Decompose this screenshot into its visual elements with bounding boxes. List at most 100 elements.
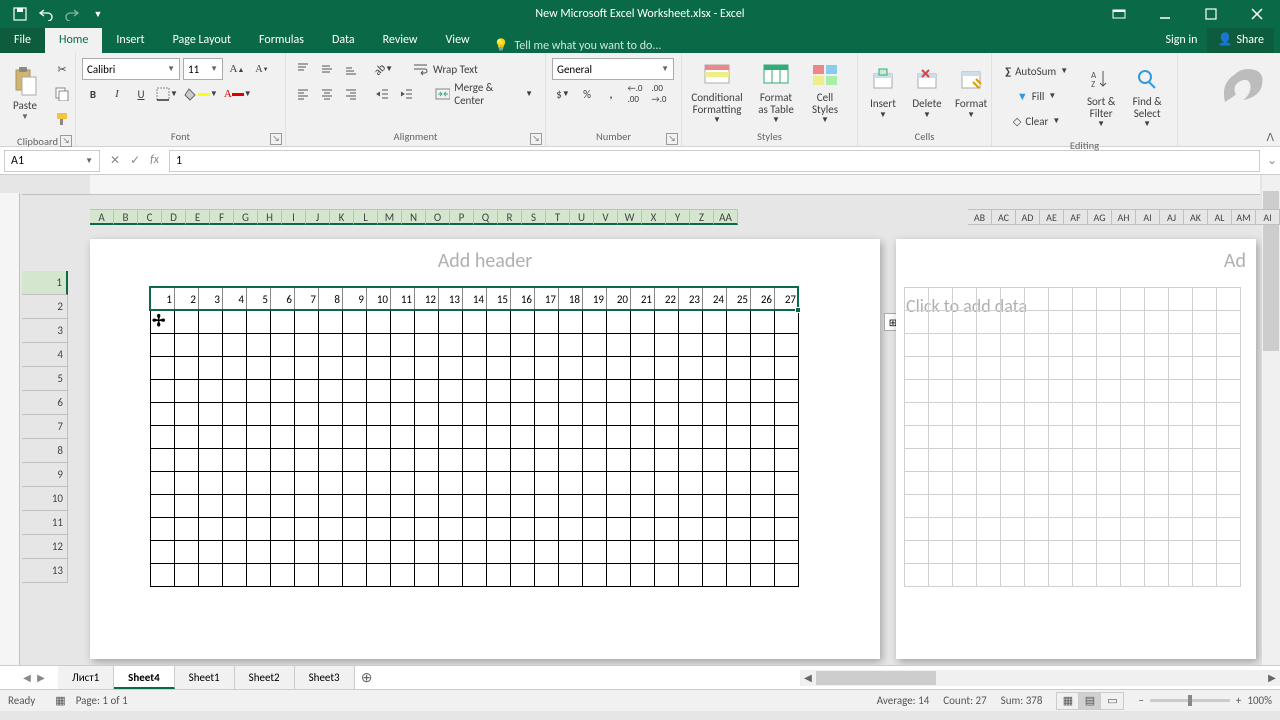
row-header-1[interactable]: 1 [22,271,68,295]
cell[interactable] [905,541,929,564]
cell[interactable] [1097,426,1121,449]
cell[interactable] [953,564,977,587]
cell[interactable] [535,403,559,426]
cell[interactable] [679,426,703,449]
cell[interactable] [655,311,679,334]
cell[interactable] [953,334,977,357]
cancel-formula-icon[interactable]: ✕ [110,153,120,168]
cell[interactable] [439,357,463,380]
cell[interactable] [953,449,977,472]
cell[interactable] [439,541,463,564]
cell[interactable] [1025,426,1049,449]
cell[interactable] [511,403,535,426]
cell[interactable] [1001,334,1025,357]
cell[interactable] [487,357,511,380]
sheet-nav-next[interactable]: ▶ [34,671,48,684]
cell[interactable] [727,472,751,495]
col-header-X[interactable]: X [642,209,666,225]
cell[interactable] [1001,288,1025,311]
cell[interactable] [655,518,679,541]
cell[interactable] [511,472,535,495]
cut-button[interactable]: ✂ [51,58,73,80]
col-header-Z[interactable]: Z [690,209,714,225]
cell[interactable] [295,357,319,380]
cell[interactable] [607,495,631,518]
cell[interactable] [727,495,751,518]
cell[interactable] [1217,449,1241,472]
cell[interactable] [247,495,271,518]
col-header-AM[interactable]: AM [1232,209,1256,225]
cell[interactable] [751,403,775,426]
cell[interactable] [319,334,343,357]
col-header-AB[interactable]: AB [968,209,992,225]
cell[interactable] [1097,311,1121,334]
cell[interactable] [415,472,439,495]
cell[interactable] [1025,518,1049,541]
col-header-AK[interactable]: AK [1184,209,1208,225]
wrap-text-button[interactable]: Wrap Text [407,58,484,80]
cell[interactable] [247,357,271,380]
cell[interactable] [1169,403,1193,426]
cell[interactable] [727,380,751,403]
decrease-decimal-button[interactable]: .00→.0 [648,83,670,105]
cell[interactable] [751,311,775,334]
cell[interactable] [487,311,511,334]
cell[interactable] [1169,472,1193,495]
cell[interactable] [295,472,319,495]
cell[interactable] [1097,518,1121,541]
cell[interactable] [1025,564,1049,587]
cell[interactable] [1097,541,1121,564]
cell[interactable] [535,426,559,449]
cell[interactable] [775,403,799,426]
cell[interactable] [953,426,977,449]
cell[interactable] [1073,403,1097,426]
cell[interactable] [751,426,775,449]
cell[interactable] [1169,449,1193,472]
cell[interactable] [1073,357,1097,380]
col-header-U[interactable]: U [570,209,594,225]
cell[interactable] [1001,403,1025,426]
cell[interactable] [1145,403,1169,426]
cell[interactable] [679,403,703,426]
cell[interactable] [151,403,175,426]
tab-view[interactable]: View [432,28,484,53]
cell[interactable] [1025,541,1049,564]
tab-page-layout[interactable]: Page Layout [159,28,245,53]
cell[interactable] [1145,357,1169,380]
cell[interactable] [905,288,929,311]
cell[interactable]: 15 [487,288,511,311]
cell[interactable] [223,334,247,357]
cell[interactable] [1097,288,1121,311]
cell[interactable]: 10 [367,288,391,311]
cell[interactable] [487,449,511,472]
cell[interactable] [1121,426,1145,449]
cell[interactable] [463,334,487,357]
cell[interactable] [463,472,487,495]
cell[interactable] [1097,403,1121,426]
col-header-N[interactable]: N [402,209,426,225]
col-header-E[interactable]: E [186,209,210,225]
cell[interactable] [679,449,703,472]
cell[interactable] [439,472,463,495]
cell[interactable] [199,426,223,449]
undo-icon[interactable] [34,2,58,26]
align-top-button[interactable] [292,58,314,80]
cell[interactable]: 9 [343,288,367,311]
cell[interactable] [247,380,271,403]
copy-button[interactable] [51,83,73,105]
cell[interactable]: 19 [583,288,607,311]
cell[interactable] [751,357,775,380]
horizontal-scrollbar[interactable]: ◀ ▶ [800,670,1280,686]
cell[interactable] [703,380,727,403]
cell[interactable] [415,334,439,357]
cell[interactable] [559,472,583,495]
cell[interactable] [439,311,463,334]
sheet-tab-sheet4[interactable]: Sheet4 [114,666,175,689]
cell[interactable] [679,472,703,495]
cell[interactable] [1097,449,1121,472]
cell[interactable] [977,403,1001,426]
insert-cells-button[interactable]: Insert▼ [861,56,905,127]
cell[interactable] [655,334,679,357]
cell[interactable] [703,541,727,564]
alignment-launcher[interactable]: ↘ [530,133,542,145]
